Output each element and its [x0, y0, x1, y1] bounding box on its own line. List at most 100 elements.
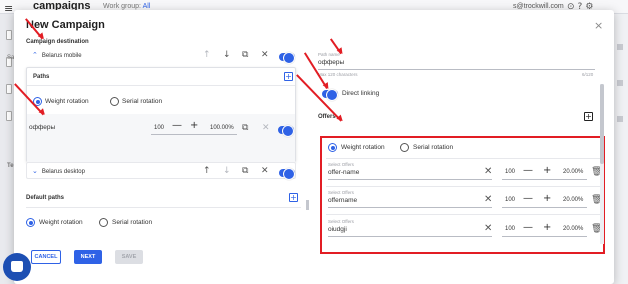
path-name-label: Path name	[318, 52, 340, 57]
path-name-underline	[318, 69, 595, 70]
chevron-up-icon[interactable]: ⌃	[32, 51, 38, 59]
weight-underline	[502, 207, 587, 208]
offer-select[interactable]: oiudgji	[328, 226, 347, 233]
save-button[interactable]: SAVE	[115, 250, 143, 264]
workgroup-selector[interactable]: Work group: All	[103, 3, 150, 10]
destination-name: Belarus mobile	[41, 53, 82, 59]
increase-weight-icon[interactable]: +	[543, 194, 551, 204]
direct-linking-toggle[interactable]	[322, 89, 338, 101]
add-default-path-icon[interactable]: +	[289, 193, 298, 202]
clear-offer-icon[interactable]: ✕	[484, 224, 492, 234]
path-row-bg	[27, 114, 295, 162]
offer-weight[interactable]: 100	[505, 226, 515, 232]
decrease-weight-icon[interactable]: —	[523, 166, 533, 176]
campaign-destination-label: Campaign destination	[26, 39, 89, 45]
cancel-button[interactable]: CANCEL	[31, 250, 61, 264]
char-count: 6/120	[582, 72, 594, 77]
decrease-weight-icon[interactable]: —	[523, 223, 533, 233]
path-percent: 100.00%	[210, 125, 234, 131]
divider	[26, 207, 301, 208]
default-serial-rotation-label: Serial rotation	[112, 219, 153, 226]
default-weight-rotation-label: Weight rotation	[39, 219, 83, 226]
serial-rotation-radio[interactable]	[110, 97, 119, 106]
path-name[interactable]: офферы	[29, 124, 55, 131]
offer-underline	[328, 207, 492, 208]
path-editor-panel: Path name офферы Max 120 characters 6/12…	[310, 44, 607, 256]
path-weight[interactable]: 100	[154, 125, 164, 131]
offers-label: Offers	[318, 114, 336, 120]
background-label: Te	[7, 163, 14, 169]
decrease-weight-icon[interactable]: —	[172, 121, 182, 131]
offers-weight-rotation-label: Weight rotation	[341, 144, 385, 151]
add-offer-icon[interactable]: +	[584, 112, 593, 121]
decrease-weight-icon[interactable]: —	[523, 194, 533, 204]
offers-section: Weight rotation Serial rotation Select O…	[320, 136, 605, 254]
offer-percent: 20.00%	[563, 197, 584, 203]
increase-weight-icon[interactable]: +	[543, 223, 551, 233]
weight-underline	[151, 134, 237, 135]
background-strip	[613, 14, 628, 284]
move-up-icon[interactable]: ↑	[203, 51, 211, 60]
default-paths-label: Default paths	[26, 195, 65, 201]
chat-launcher-icon[interactable]	[3, 253, 31, 281]
max-chars-note: Max 120 characters	[318, 72, 358, 77]
weight-rotation-label: Weight rotation	[45, 98, 89, 105]
destination-toggle[interactable]	[279, 168, 295, 180]
campaign-destination-panel: Campaign destination ⌃ Belarus mobile ↑ ↓…	[14, 34, 301, 244]
paths-card: Paths + Weight rotation Serial rotation …	[26, 67, 296, 162]
destination-belarus-desktop[interactable]: ⌄ Belarus desktop	[32, 167, 85, 175]
path-toggle[interactable]	[278, 125, 294, 137]
move-up-icon[interactable]: ↑	[203, 167, 211, 176]
copy-icon[interactable]: ⧉	[242, 124, 248, 133]
workgroup-label: Work group:	[103, 3, 141, 10]
offers-serial-rotation-radio[interactable]	[400, 143, 409, 152]
divider	[326, 158, 603, 159]
increase-weight-icon[interactable]: +	[543, 166, 551, 176]
serial-rotation-label: Serial rotation	[122, 98, 163, 105]
next-button[interactable]: NEXT	[74, 250, 102, 264]
offer-underline	[328, 179, 492, 180]
paths-label: Paths	[33, 74, 50, 80]
destination-belarus-mobile[interactable]: ⌃ Belarus mobile	[32, 51, 82, 59]
left-scrollbar[interactable]	[306, 200, 309, 210]
copy-icon[interactable]: ⧉	[242, 167, 248, 176]
delete-icon[interactable]: ✕	[261, 51, 269, 60]
default-serial-rotation-radio[interactable]	[99, 218, 108, 227]
weight-underline	[502, 236, 587, 237]
offer-select[interactable]: offername	[328, 197, 357, 204]
offer-weight[interactable]: 100	[505, 197, 515, 203]
select-offers-label: Select Offers	[328, 219, 354, 224]
increase-weight-icon[interactable]: +	[190, 121, 198, 131]
offer-underline	[328, 236, 492, 237]
select-offers-label: Select Offers	[328, 162, 354, 167]
move-down-icon[interactable]: ↓	[223, 167, 231, 176]
select-offers-label: Select Offers	[328, 190, 354, 195]
user-email: s@trockwill.com	[513, 3, 564, 10]
offer-select[interactable]: offer-name	[328, 169, 359, 176]
clear-offer-icon[interactable]: ✕	[484, 195, 492, 205]
path-name-input[interactable]: офферы	[318, 59, 344, 66]
delete-path-icon[interactable]: ✕	[262, 124, 270, 133]
offers-weight-rotation-radio[interactable]	[328, 143, 337, 152]
divider	[326, 186, 603, 187]
new-campaign-modal: New Campaign × Campaign destination ⌃ Bel…	[14, 10, 614, 284]
add-path-icon[interactable]: +	[284, 72, 293, 81]
move-down-icon[interactable]: ↓	[223, 51, 231, 60]
delete-icon[interactable]: ✕	[261, 167, 269, 176]
clear-offer-icon[interactable]: ✕	[484, 167, 492, 177]
close-icon[interactable]: ×	[594, 19, 603, 32]
workgroup-value[interactable]: All	[143, 3, 151, 10]
copy-icon[interactable]: ⧉	[242, 51, 248, 60]
modal-title: New Campaign	[26, 19, 105, 31]
chevron-down-icon[interactable]: ⌄	[32, 167, 38, 175]
right-scrollbar-thumb[interactable]	[600, 84, 604, 164]
offers-serial-rotation-label: Serial rotation	[413, 144, 454, 151]
destination-toggle[interactable]	[279, 52, 295, 64]
offer-weight[interactable]: 100	[505, 169, 515, 175]
offer-percent: 20.00%	[563, 226, 584, 232]
weight-underline	[502, 179, 587, 180]
destination-name: Belarus desktop	[41, 169, 85, 175]
default-weight-rotation-radio[interactable]	[26, 218, 35, 227]
offer-percent: 20.00%	[563, 169, 584, 175]
menu-icon[interactable]: ≡	[4, 2, 13, 15]
